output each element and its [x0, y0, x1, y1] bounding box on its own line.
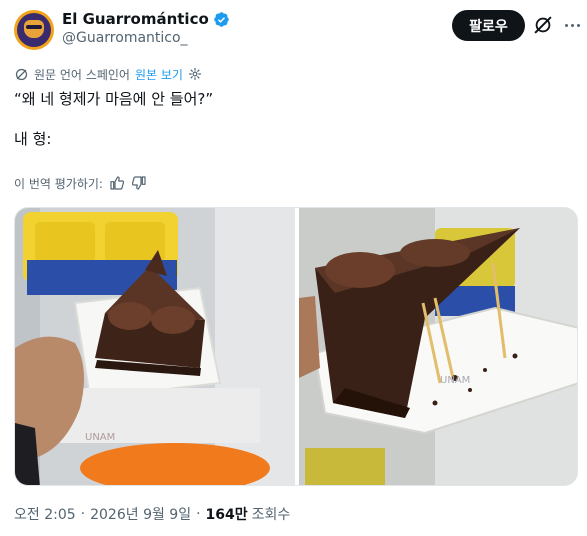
tweet-media[interactable]: UNAM UNAM — [14, 207, 578, 486]
author-display-name[interactable]: El Guarromántico — [62, 10, 209, 28]
watermark-right: UNAM — [440, 375, 470, 386]
tweet-time[interactable]: 오전 2:05 — [14, 504, 76, 524]
avatar-mask — [26, 25, 42, 29]
author-name-row: El Guarromántico — [62, 9, 230, 29]
more-icon[interactable] — [560, 14, 584, 36]
views-count: 164만 — [205, 507, 248, 523]
views-label: 조회수 — [251, 507, 291, 523]
follow-button[interactable]: 팔로우 — [452, 10, 525, 41]
tweet-text: “왜 네 형제가 마음에 안 들어?” 내 형: — [14, 90, 214, 148]
grok-icon[interactable] — [532, 14, 554, 36]
thumbs-down-icon[interactable] — [131, 175, 147, 191]
meta-separator: · — [80, 506, 86, 522]
more-dot — [564, 23, 568, 27]
meta-separator: · — [196, 506, 201, 522]
photo-left[interactable]: UNAM — [15, 208, 295, 486]
avatar-face — [24, 20, 44, 38]
thumbs-up-icon[interactable] — [109, 175, 125, 191]
photo-right[interactable]: UNAM — [299, 208, 578, 486]
more-dot — [570, 23, 574, 27]
media-grid: UNAM UNAM — [15, 208, 578, 486]
tweet-date[interactable]: 2026년 9월 9일 — [90, 504, 191, 524]
translation-source-label: 원문 언어 스페인어 — [34, 67, 130, 82]
gear-icon[interactable] — [188, 67, 202, 81]
translation-notice: 원문 언어 스페인어 원본 보기 — [14, 65, 202, 83]
watermark-left: UNAM — [85, 432, 115, 443]
author-avatar[interactable] — [14, 10, 54, 50]
rate-translation-row: 이 번역 평가하기: — [14, 174, 147, 192]
verified-badge-icon[interactable] — [213, 11, 230, 28]
globe-translate-icon — [15, 68, 28, 80]
tweet-header: El Guarromántico @Guarromantico_ 팔로우 — [0, 0, 587, 60]
more-dot — [576, 23, 580, 27]
author-handle[interactable]: @Guarromantico_ — [62, 30, 188, 46]
view-original-link[interactable]: 원본 보기 — [135, 66, 183, 83]
media-divider — [295, 208, 299, 485]
tweet-meta: 오전 2:05 · 2026년 9월 9일 · 164만 조회수 — [14, 505, 290, 523]
rate-translation-label: 이 번역 평가하기: — [14, 176, 103, 191]
